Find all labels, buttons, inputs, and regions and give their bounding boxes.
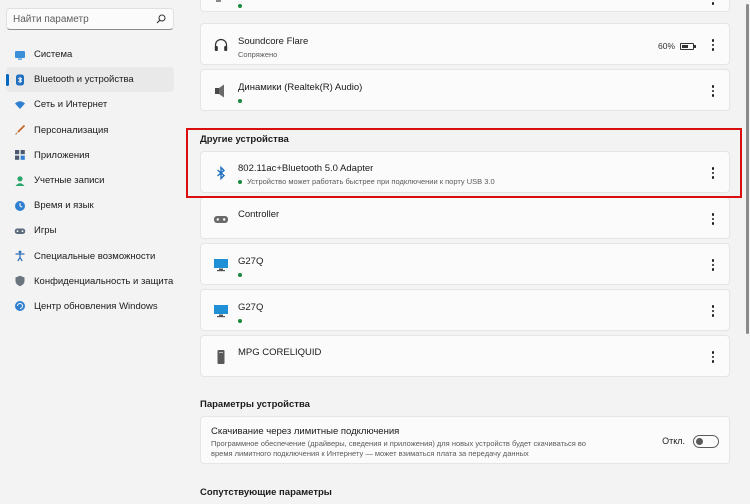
device-icon	[213, 0, 229, 5]
sidebar-item-label: Учетные записи	[34, 175, 105, 187]
more-options-button[interactable]	[707, 37, 719, 53]
sidebar-item-time-language[interactable]: Время и язык	[6, 193, 174, 218]
sidebar: Система Bluetooth и устройства Сеть и Ин…	[0, 0, 186, 504]
status-dot	[238, 319, 242, 323]
device-name: Controller	[238, 209, 280, 220]
main-content: Soundcore Flare Сопряжено 60% Динамики (…	[200, 0, 730, 504]
sidebar-item-gaming[interactable]: Игры	[6, 218, 174, 243]
sidebar-item-apps[interactable]: Приложения	[6, 143, 174, 168]
status-dot	[238, 99, 242, 103]
sidebar-item-label: Время и язык	[34, 200, 94, 212]
battery-percent: 60%	[657, 41, 675, 51]
sidebar-item-accounts[interactable]: Учетные записи	[6, 168, 174, 193]
section-title-related: Сопутствующие параметры	[200, 487, 332, 498]
device-card-partial[interactable]	[200, 0, 730, 12]
device-card-monitor-2[interactable]: G27Q	[200, 289, 730, 331]
gaming-icon	[14, 225, 26, 237]
setting-desc-line-1: Программное обеспечение (драйверы, сведе…	[211, 439, 586, 448]
speaker-icon	[213, 83, 229, 99]
headphones-icon	[213, 37, 229, 53]
status-dot	[238, 4, 242, 8]
metered-download-toggle[interactable]	[693, 435, 719, 448]
sidebar-item-bluetooth[interactable]: Bluetooth и устройства	[6, 67, 174, 93]
device-card-controller[interactable]: Controller	[200, 197, 730, 239]
accounts-icon	[14, 175, 26, 187]
sidebar-item-label: Персонализация	[34, 124, 109, 136]
sidebar-item-label: Приложения	[34, 149, 90, 161]
search-icon[interactable]	[155, 13, 167, 25]
pc-tower-icon	[213, 349, 229, 365]
sidebar-item-label: Bluetooth и устройства	[34, 74, 134, 86]
setting-title: Скачивание через лимитные подключения	[211, 426, 400, 437]
more-options-button[interactable]	[707, 303, 719, 319]
sidebar-item-accessibility[interactable]: Специальные возможности	[6, 244, 174, 269]
system-icon	[14, 49, 26, 61]
sidebar-item-privacy[interactable]: Конфиденциальность и защита	[6, 269, 174, 294]
device-name: Soundcore Flare	[238, 36, 309, 47]
status-dot	[238, 273, 242, 277]
sidebar-item-label: Сеть и Интернет	[34, 99, 108, 111]
search-box[interactable]	[6, 8, 174, 30]
toggle-label: Откл.	[662, 436, 685, 446]
bluetooth-icon	[14, 74, 26, 86]
section-title-device-settings: Параметры устройства	[200, 399, 310, 410]
network-icon	[14, 99, 26, 111]
device-card-soundcore[interactable]: Soundcore Flare Сопряжено 60%	[200, 23, 730, 65]
device-name: MPG CORELIQUID	[238, 347, 322, 358]
sidebar-item-windows-update[interactable]: Центр обновления Windows	[6, 294, 174, 319]
setting-card-metered: Скачивание через лимитные подключения Пр…	[200, 416, 730, 464]
sidebar-item-label: Система	[34, 49, 73, 61]
gamepad-icon	[213, 211, 229, 227]
highlight-frame	[186, 128, 742, 198]
more-options-button[interactable]	[707, 83, 719, 99]
more-options-button[interactable]	[707, 257, 719, 273]
sidebar-item-label: Центр обновления Windows	[34, 300, 158, 312]
more-options-button[interactable]	[707, 349, 719, 365]
monitor-icon	[213, 257, 229, 273]
more-options-button[interactable]	[707, 0, 719, 7]
sidebar-item-network[interactable]: Сеть и Интернет	[6, 92, 174, 117]
brush-icon	[14, 124, 26, 136]
device-card-speakers[interactable]: Динамики (Realtek(R) Audio)	[200, 69, 730, 111]
scrollbar-thumb[interactable]	[746, 4, 749, 334]
more-options-button[interactable]	[707, 211, 719, 227]
sidebar-item-label: Игры	[34, 225, 57, 237]
accessibility-icon	[14, 250, 26, 262]
device-name: G27Q	[238, 256, 264, 267]
sidebar-item-label: Конфиденциальность и защита	[34, 275, 174, 287]
monitor-icon	[213, 303, 229, 319]
device-name: G27Q	[238, 302, 264, 313]
sidebar-item-personalization[interactable]: Персонализация	[6, 118, 174, 143]
apps-icon	[14, 149, 26, 161]
device-card-monitor-1[interactable]: G27Q	[200, 243, 730, 285]
privacy-shield-icon	[14, 275, 26, 287]
battery-indicator: 60%	[657, 41, 696, 51]
battery-icon	[680, 42, 696, 50]
sidebar-item-label: Специальные возможности	[34, 250, 156, 262]
windows-update-icon	[14, 300, 26, 312]
nav-list: Система Bluetooth и устройства Сеть и Ин…	[6, 42, 174, 319]
device-status: Сопряжено	[238, 50, 278, 59]
setting-desc-line-2: время лимитного подключения к Интернету …	[211, 449, 529, 458]
scrollbar[interactable]	[744, 0, 750, 504]
sidebar-item-system[interactable]: Система	[6, 42, 174, 67]
device-card-pc[interactable]: MPG CORELIQUID	[200, 335, 730, 377]
search-input[interactable]	[13, 13, 155, 25]
device-name: Динамики (Realtek(R) Audio)	[238, 82, 363, 93]
time-language-icon	[14, 200, 26, 212]
